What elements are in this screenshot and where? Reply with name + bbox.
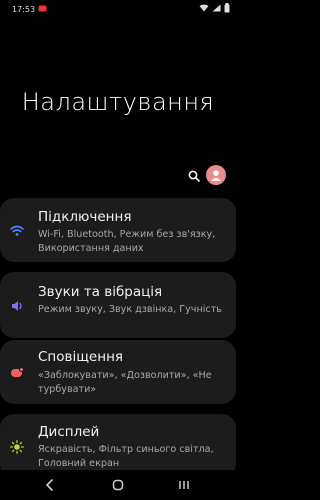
settings-item-notifications[interactable]: Сповіщення «Заблокувати», «Дозволити», «…	[0, 340, 236, 404]
settings-item-subtitle: «Заблокувати», «Дозволити», «Не турбуват…	[38, 370, 212, 395]
status-time: 17:53	[12, 5, 36, 14]
settings-item-title: Підключення	[38, 209, 132, 225]
settings-item-title: Сповіщення	[38, 349, 124, 365]
settings-item-connections[interactable]: Підключення Wi-Fi, Bluetooth, Режим без …	[0, 198, 236, 262]
settings-item-subtitle: Режим звуку, Звук дзвінка, Гучність	[38, 304, 222, 315]
status-bar: 17:53	[0, 0, 236, 18]
wifi-icon	[10, 223, 24, 237]
settings-item-subtitle: Яскравість, Фільтр синього світла, Голов…	[38, 444, 214, 469]
signal-icon	[212, 4, 221, 14]
settings-item-title: Дисплей	[38, 424, 100, 440]
profile-avatar-icon	[211, 170, 221, 181]
settings-item-sounds[interactable]: Звуки та вібрація Режим звуку, Звук дзві…	[0, 272, 236, 338]
search-icon	[188, 170, 200, 182]
status-icons	[199, 3, 230, 15]
notification-icon	[38, 4, 47, 13]
back-icon	[45, 479, 53, 491]
profile-avatar[interactable]	[206, 165, 226, 185]
speaker-icon	[10, 298, 24, 312]
home-button[interactable]	[110, 477, 126, 493]
page-title: Налаштування	[21, 88, 215, 116]
notification-bubble-icon	[10, 365, 24, 379]
recents-button[interactable]	[176, 477, 192, 493]
battery-icon	[224, 3, 230, 15]
settings-item-display[interactable]: Дисплей Яскравість, Фільтр синього світл…	[0, 414, 236, 478]
home-icon	[112, 479, 124, 491]
settings-item-title: Звуки та вібрація	[38, 284, 163, 300]
brightness-icon	[10, 439, 24, 454]
settings-item-subtitle: Wi-Fi, Bluetooth, Режим без зв'язку, Вик…	[38, 229, 216, 254]
back-button[interactable]	[42, 477, 58, 493]
wifi-icon	[199, 4, 209, 14]
search-button[interactable]	[185, 167, 203, 185]
recents-icon	[179, 481, 189, 489]
navigation-bar	[0, 470, 236, 500]
